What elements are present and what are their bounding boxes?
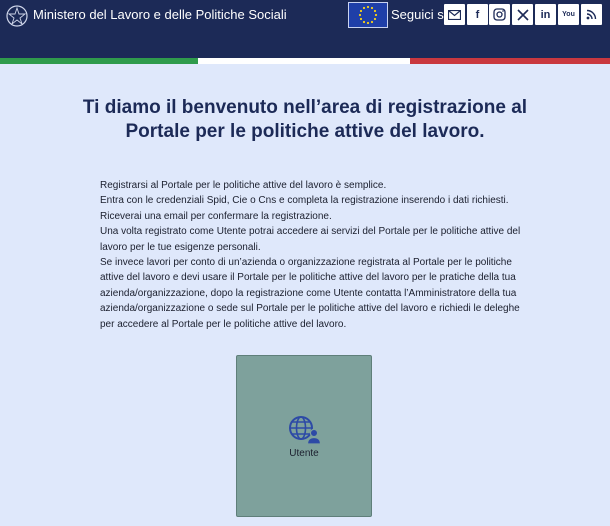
intro-paragraph: Se invece lavori per conto di un’azienda… — [100, 257, 520, 330]
italian-emblem-icon — [6, 5, 28, 27]
globe-user-icon — [289, 416, 322, 445]
intro-paragraph: Riceverai una email per confermare la re… — [100, 210, 332, 222]
tricolor-red — [410, 58, 610, 64]
eu-flag-icon — [348, 2, 388, 28]
ministry-name[interactable]: Ministero del Lavoro e delle Politiche S… — [33, 7, 287, 22]
top-header: Ministero del Lavoro e delle Politiche S… — [0, 0, 610, 58]
x-icon[interactable] — [512, 4, 533, 25]
utente-card[interactable]: Utente — [236, 355, 372, 517]
linkedin-glyph: in — [540, 8, 551, 21]
youtube-icon[interactable]: You — [558, 4, 579, 25]
intro-paragraph: Una volta registrato come Utente potrai … — [100, 226, 521, 253]
linkedin-icon[interactable]: in — [535, 4, 556, 25]
rss-icon[interactable] — [581, 4, 602, 25]
intro-paragraph: Registrarsi al Portale per le politiche … — [100, 180, 387, 191]
youtube-glyph: You — [562, 11, 575, 18]
instagram-icon[interactable] — [489, 4, 510, 25]
facebook-icon[interactable]: f — [467, 4, 488, 25]
mail-icon[interactable] — [444, 4, 465, 25]
utente-card-label: Utente — [289, 448, 319, 459]
tricolor-green — [0, 58, 198, 64]
facebook-glyph: f — [475, 8, 480, 21]
intro-paragraph: Entra con le credenziali Spid, Cie o Cns… — [100, 195, 509, 207]
page-title: Ti diamo il benvenuto nell’area di regis… — [82, 97, 528, 142]
italian-tricolor-bar — [0, 58, 610, 64]
tricolor-white — [198, 58, 410, 64]
intro-text: Registrarsi al Portale per le politiche … — [100, 178, 530, 332]
